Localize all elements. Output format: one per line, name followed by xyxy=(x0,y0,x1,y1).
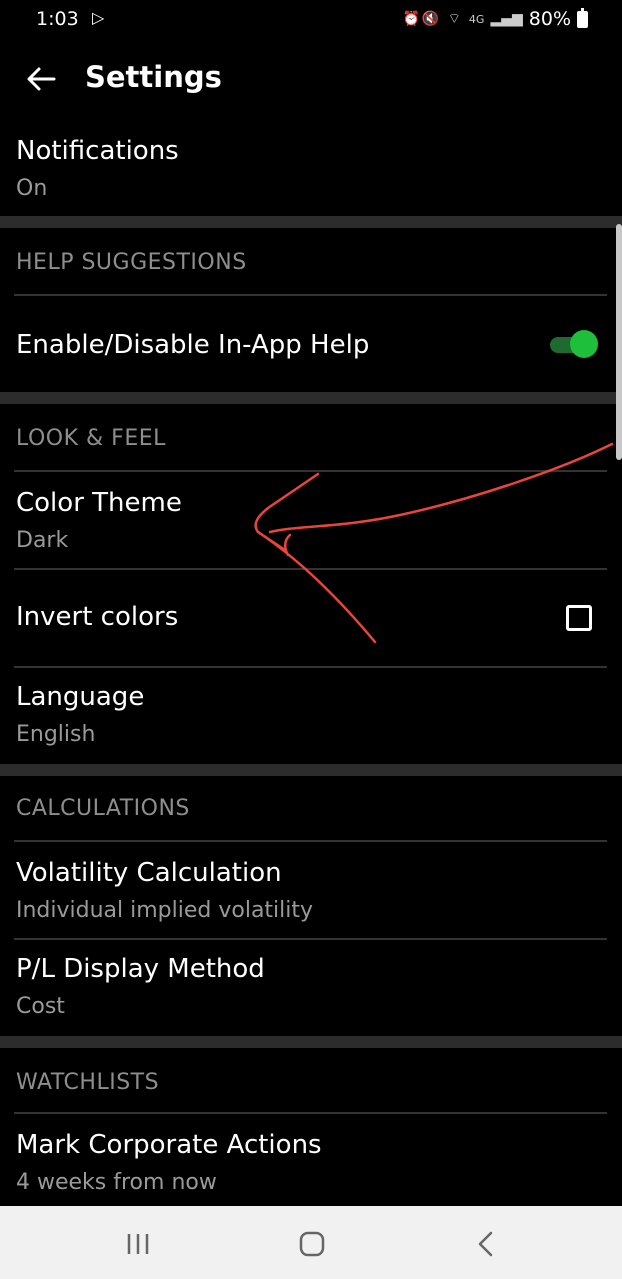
network-type: 4G xyxy=(468,12,485,26)
color-theme-title: Color Theme xyxy=(16,488,182,518)
section-separator xyxy=(0,216,622,228)
scrollbar[interactable] xyxy=(616,224,622,460)
corporate-actions-title: Mark Corporate Actions xyxy=(16,1130,322,1160)
toggle-thumb xyxy=(570,330,598,358)
section-separator xyxy=(0,764,622,776)
in-app-help-item[interactable]: Enable/Disable In-App Help xyxy=(0,296,622,392)
in-app-help-toggle[interactable] xyxy=(548,329,598,359)
status-time: 1:03 xyxy=(36,8,79,30)
notifications-title: Notifications xyxy=(16,136,179,166)
notifications-item[interactable]: Notifications On xyxy=(0,120,622,216)
play-store-icon: ▷ xyxy=(92,8,105,27)
section-header-help: HELP SUGGESTIONS xyxy=(16,250,247,275)
signal-icon: ▂▄▆ xyxy=(490,11,523,27)
volatility-title: Volatility Calculation xyxy=(16,858,282,888)
invert-colors-checkbox[interactable] xyxy=(566,605,592,631)
section-separator xyxy=(0,392,622,404)
home-icon[interactable] xyxy=(292,1224,332,1264)
navigation-bar xyxy=(0,1206,622,1279)
section-header-look-feel: LOOK & FEEL xyxy=(16,426,166,451)
language-value: English xyxy=(16,722,96,747)
language-title: Language xyxy=(16,682,145,712)
status-bar: 1:03 ▷ ⏰🔇 ⌔ 4G ▂▄▆ 80% xyxy=(0,0,622,40)
app-bar: Settings xyxy=(0,48,622,110)
chevron-left-icon[interactable] xyxy=(466,1224,506,1264)
volatility-value: Individual implied volatility xyxy=(16,898,314,923)
language-item[interactable]: Language English xyxy=(0,668,622,764)
invert-colors-title: Invert colors xyxy=(16,602,179,632)
color-theme-item[interactable]: Color Theme Dark xyxy=(0,472,622,568)
section-separator xyxy=(0,1036,622,1048)
pl-display-value: Cost xyxy=(16,994,65,1019)
arrow-left-icon[interactable] xyxy=(24,62,58,96)
battery-level: 80% xyxy=(528,8,571,30)
notifications-value: On xyxy=(16,176,48,201)
battery-icon xyxy=(577,7,588,28)
corporate-actions-item[interactable]: Mark Corporate Actions 4 weeks from now xyxy=(0,1114,622,1206)
pl-display-title: P/L Display Method xyxy=(16,954,265,984)
color-theme-value: Dark xyxy=(16,528,69,553)
invert-colors-item[interactable]: Invert colors xyxy=(0,570,622,666)
corporate-actions-value: 4 weeks from now xyxy=(16,1170,217,1195)
recents-icon[interactable] xyxy=(118,1224,158,1264)
pl-display-item[interactable]: P/L Display Method Cost xyxy=(0,940,622,1036)
volatility-item[interactable]: Volatility Calculation Individual implie… xyxy=(0,842,622,938)
page-title: Settings xyxy=(85,60,222,94)
section-header-calculations: CALCULATIONS xyxy=(16,796,190,821)
alarm-mute-wifi-icons: ⏰🔇 ⌔ xyxy=(402,11,463,27)
section-header-watchlists: WATCHLISTS xyxy=(16,1070,160,1095)
status-icons: ⏰🔇 ⌔ 4G ▂▄▆ 80% xyxy=(402,7,588,30)
in-app-help-title: Enable/Disable In-App Help xyxy=(16,330,370,360)
